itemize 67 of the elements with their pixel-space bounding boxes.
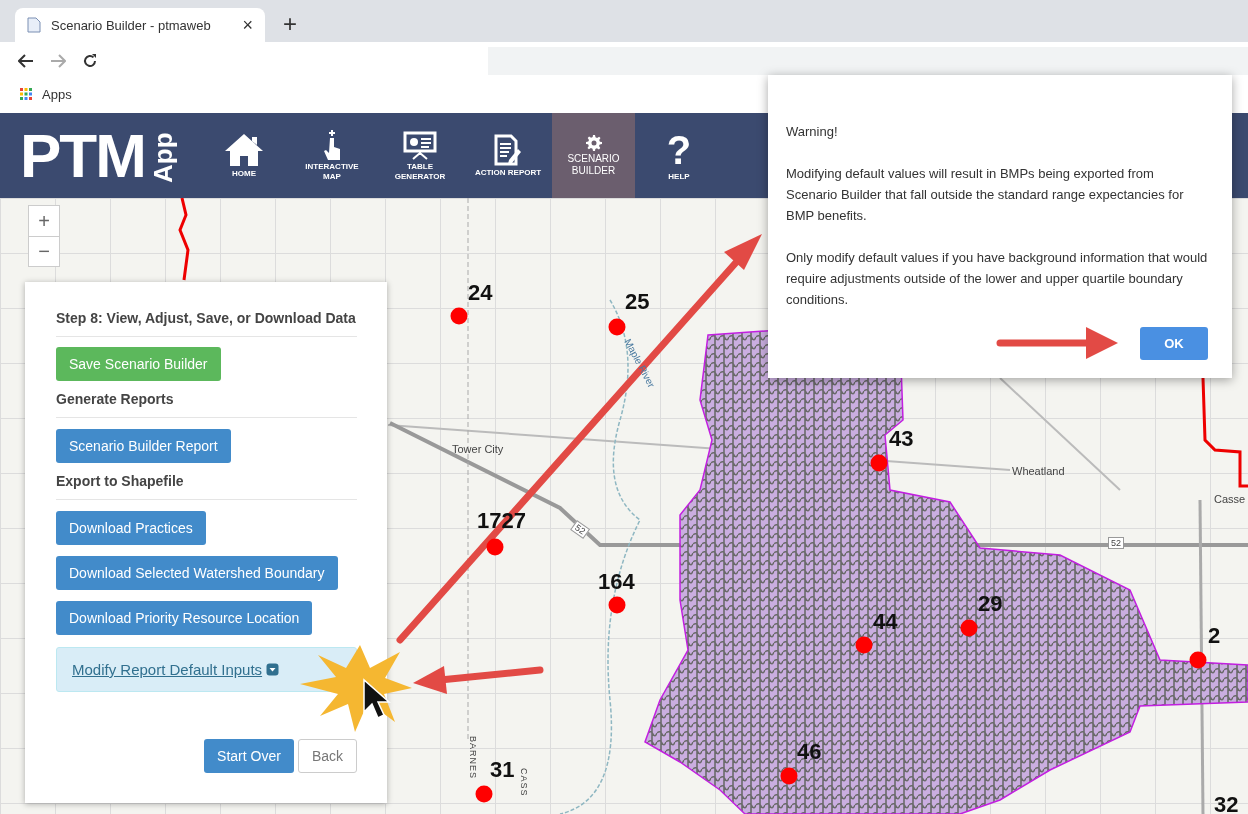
document-pencil-icon bbox=[494, 133, 522, 166]
site-label: 31 bbox=[490, 759, 515, 781]
highway-shield: 52 bbox=[570, 520, 591, 539]
nav-item[interactable]: ? HELP bbox=[635, 113, 723, 198]
browser-tab[interactable]: Scenario Builder - ptmaweb × bbox=[15, 8, 265, 42]
ok-button[interactable]: OK bbox=[1140, 326, 1208, 360]
site-marker[interactable] bbox=[608, 596, 626, 614]
section-heading: Generate Reports bbox=[56, 381, 357, 418]
place-label: Tower City bbox=[452, 443, 504, 455]
hand-pointer-icon bbox=[321, 130, 343, 161]
gear-icon bbox=[585, 135, 602, 151]
site-marker[interactable] bbox=[475, 785, 493, 803]
site-label: 32 bbox=[1214, 794, 1239, 814]
chevron-down-icon[interactable] bbox=[266, 663, 280, 676]
home-icon bbox=[224, 132, 264, 167]
question-mark-icon: ? bbox=[666, 129, 692, 170]
forward-icon[interactable] bbox=[50, 54, 66, 68]
place-label: Wheatland bbox=[1012, 465, 1065, 477]
place-label: BARNES bbox=[468, 736, 478, 779]
tab-title: Scenario Builder - ptmaweb bbox=[51, 17, 212, 33]
site-label: 44 bbox=[873, 611, 898, 633]
nav-item[interactable]: TABLE GENERATOR bbox=[376, 113, 464, 198]
site-label: 164 bbox=[598, 571, 635, 593]
place-label: CASS bbox=[519, 768, 529, 797]
site-marker[interactable] bbox=[450, 307, 468, 325]
panel-title: Step 8: View, Adjust, Save, or Download Data bbox=[56, 302, 357, 337]
reload-icon[interactable] bbox=[82, 53, 98, 69]
place-label: Maple River bbox=[622, 337, 658, 390]
dialog-text: Only modify default values if you have background information that would require adjustments outside of the lower and upper quartile boundary conditions. bbox=[786, 249, 1208, 309]
presentation-board-icon bbox=[403, 130, 437, 161]
action-button[interactable]: Download Practices bbox=[56, 511, 206, 545]
apps-grid-icon[interactable] bbox=[20, 88, 32, 100]
nav-label: ACTION REPORT bbox=[474, 167, 542, 178]
nav-label: HELP bbox=[668, 171, 690, 182]
site-marker[interactable] bbox=[486, 538, 504, 556]
nav-item[interactable]: SCENARIO BUILDER bbox=[552, 113, 635, 198]
site-label: 2 bbox=[1208, 625, 1221, 647]
nav-label: SCENARIO BUILDER bbox=[566, 153, 621, 176]
nav-item[interactable]: ACTION REPORT bbox=[464, 113, 552, 198]
start-over-button[interactable]: Start Over bbox=[204, 739, 294, 773]
action-button[interactable]: Scenario Builder Report bbox=[56, 429, 231, 463]
back-button[interactable]: Back bbox=[297, 739, 357, 773]
nav-item[interactable]: INTERACTIVE MAP bbox=[288, 113, 376, 198]
highway-shield: 52 bbox=[1108, 537, 1124, 549]
site-marker[interactable] bbox=[1189, 651, 1207, 669]
back-icon[interactable] bbox=[18, 54, 34, 68]
logo-text: App bbox=[146, 125, 181, 186]
site-marker[interactable] bbox=[608, 318, 626, 336]
site-label: 25 bbox=[625, 291, 650, 313]
modify-link[interactable]: Modify Report Default Inputs bbox=[72, 661, 263, 678]
action-button[interactable]: Download Selected Watershed Boundary bbox=[56, 556, 338, 590]
section-heading: Export to Shapefile bbox=[56, 463, 357, 500]
nav-label: HOME bbox=[232, 168, 256, 179]
close-tab-button[interactable]: × bbox=[242, 14, 253, 36]
nav-label: INTERACTIVE MAP bbox=[304, 162, 360, 181]
nav-label: TABLE GENERATOR bbox=[393, 162, 447, 181]
bookmark-link[interactable]: Apps bbox=[42, 86, 72, 102]
site-label: 24 bbox=[468, 282, 493, 304]
new-tab-button[interactable]: + bbox=[275, 10, 305, 38]
site-label: 43 bbox=[889, 428, 914, 450]
action-button[interactable]: Download Priority Resource Location bbox=[56, 601, 313, 635]
dialog-text: Warning! bbox=[786, 123, 839, 141]
place-label: Casse bbox=[1214, 493, 1246, 505]
page-icon bbox=[27, 17, 41, 33]
logo-text: PTM bbox=[20, 124, 145, 187]
nav-item[interactable]: HOME bbox=[200, 113, 288, 198]
dialog-text: Modifying default values will result in BMPs being exported from Scenario Builder that fall outside the standard range expectancies for BMP benefits. bbox=[786, 165, 1185, 225]
